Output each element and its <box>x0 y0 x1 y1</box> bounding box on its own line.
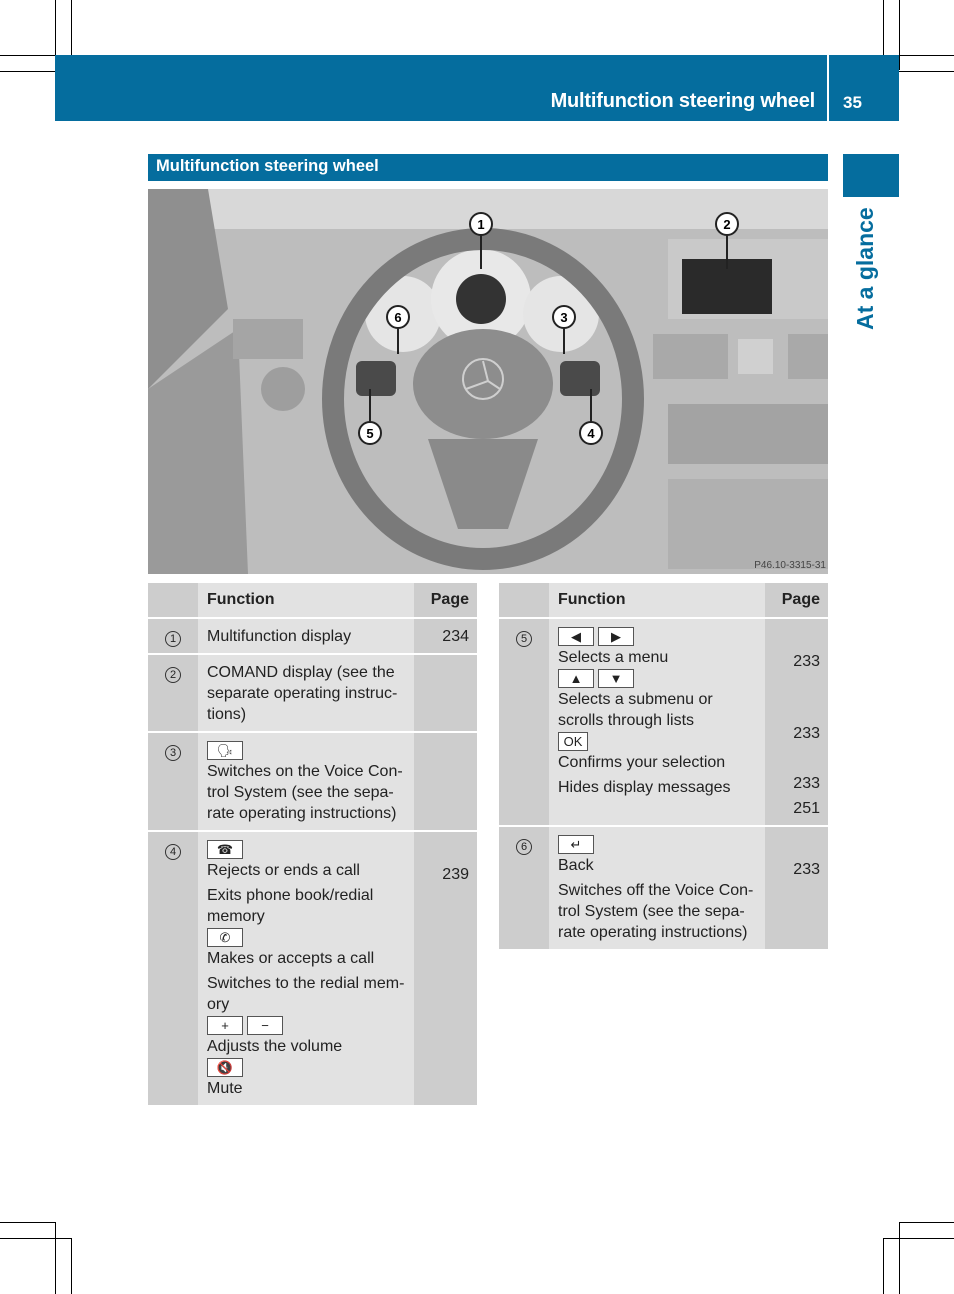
function-text: ory <box>207 996 230 1013</box>
function-text: Switches off the Voice Con- <box>558 882 754 899</box>
accept-call-icon: ✆ <box>207 928 243 947</box>
crop-mark <box>883 0 884 55</box>
col-header-page: Page <box>414 583 477 618</box>
crop-mark <box>899 1222 954 1223</box>
side-tab <box>843 154 899 197</box>
page-number: 35 <box>843 93 862 112</box>
callout-number: 2 <box>165 667 181 683</box>
function-text: Mute <box>207 1080 243 1097</box>
function-text: Adjusts the volume <box>207 1038 343 1055</box>
crop-mark <box>55 1222 56 1294</box>
end-call-icon: ☎ <box>207 840 243 859</box>
callout-number: 3 <box>165 745 181 761</box>
function-text: Switches to the redial mem- <box>207 975 405 992</box>
page-ref: 239 <box>442 866 469 883</box>
function-text: Makes or accepts a call <box>207 950 375 967</box>
col-header-function: Function <box>198 583 414 618</box>
table-row: 2 COMAND display (see the separate opera… <box>148 654 477 732</box>
side-tab-label: At a glance <box>852 207 878 330</box>
up-arrow-icon: ▲ <box>558 669 594 688</box>
page-ref: 233 <box>793 861 820 878</box>
function-text: Multifunction display <box>207 628 352 645</box>
page-ref: 233 <box>793 653 820 670</box>
section-heading: Multifunction steering wheel <box>148 154 828 181</box>
function-text: tions) <box>207 706 247 723</box>
function-text: Back <box>558 857 594 874</box>
callout-number: 5 <box>516 631 532 647</box>
right-arrow-icon: ▶ <box>598 627 634 646</box>
crop-mark <box>0 55 55 56</box>
table-row: 3 🗣 Switches on the Voice Con- trol Syst… <box>148 732 477 831</box>
crop-mark <box>0 71 55 72</box>
crop-mark <box>883 1238 954 1239</box>
crop-mark <box>899 71 954 72</box>
plus-icon: + <box>207 1016 243 1035</box>
page-ref: 233 <box>793 775 820 792</box>
svg-text:2: 2 <box>723 217 730 232</box>
function-text: Selects a menu <box>558 649 669 666</box>
svg-text:5: 5 <box>366 426 373 441</box>
col-header-number <box>499 583 549 618</box>
table-row: 1 Multifunction display 234 <box>148 618 477 654</box>
page-ref: 234 <box>442 628 469 645</box>
ok-key: OK <box>558 732 588 751</box>
svg-text:3: 3 <box>560 310 567 325</box>
col-header-page: Page <box>765 583 828 618</box>
header-divider <box>827 55 829 121</box>
voice-control-icon: 🗣 <box>207 741 243 760</box>
page-ref: 251 <box>793 800 820 817</box>
function-text: scrolls through lists <box>558 712 695 729</box>
crop-mark <box>899 1222 900 1294</box>
col-header-number <box>148 583 198 618</box>
col-header-function: Function <box>549 583 765 618</box>
function-text: COMAND display (see the <box>207 664 395 681</box>
crop-mark <box>883 1238 884 1294</box>
table-row: 5 ◀ ▶ Selects a menu ▲ ▼ Selects a submenu… <box>499 618 828 826</box>
function-text: trol System (see the sepa- <box>207 784 394 801</box>
function-table-left: Function Page 1 Multifunction display 23… <box>148 583 477 1105</box>
page-ref: 233 <box>793 725 820 742</box>
crop-mark <box>71 1238 72 1294</box>
svg-text:6: 6 <box>394 310 401 325</box>
function-text: rate operating instructions) <box>207 805 397 822</box>
function-text: memory <box>207 908 265 925</box>
crop-mark <box>0 1238 71 1239</box>
function-text: Selects a submenu or <box>558 691 713 708</box>
callout-number: 4 <box>165 844 181 860</box>
function-text: trol System (see the sepa- <box>558 903 745 920</box>
function-table-right: Function Page 5 ◀ ▶ Selects a menu ▲ ▼ Sel… <box>499 583 828 949</box>
callout-number: 1 <box>165 631 181 647</box>
callout-number: 6 <box>516 839 532 855</box>
crop-mark <box>899 0 900 70</box>
crop-mark <box>899 55 954 56</box>
function-text: Hides display messages <box>558 779 731 796</box>
steering-wheel-photo: 1 2 6 3 5 4 P46.10-3315-31 <box>148 189 828 574</box>
crop-mark <box>0 1222 55 1223</box>
back-icon: ↵ <box>558 835 594 854</box>
table-row: 6 ↵ Back Switches off the Voice Con- tro… <box>499 826 828 949</box>
photo-reference-code: P46.10-3315-31 <box>754 560 826 571</box>
svg-text:1: 1 <box>477 217 484 232</box>
function-text: Exits phone book/redial <box>207 887 374 904</box>
svg-text:4: 4 <box>587 426 595 441</box>
function-text: rate operating instructions) <box>558 924 748 941</box>
mute-icon: 🔇 <box>207 1058 243 1077</box>
header-title: Multifunction steering wheel <box>550 90 816 112</box>
section-title: Multifunction steering wheel <box>156 157 379 175</box>
function-text: Confirms your selection <box>558 754 726 771</box>
minus-icon: − <box>247 1016 283 1035</box>
left-arrow-icon: ◀ <box>558 627 594 646</box>
page-header: Multifunction steering wheel 35 <box>55 55 899 121</box>
table-row: 4 ☎ Rejects or ends a call Exits phone b… <box>148 831 477 1105</box>
down-arrow-icon: ▼ <box>598 669 634 688</box>
function-text: Rejects or ends a call <box>207 862 360 879</box>
function-text: Switches on the Voice Con- <box>207 763 403 780</box>
function-text: separate operating instruc- <box>207 685 398 702</box>
crop-mark <box>71 0 72 55</box>
